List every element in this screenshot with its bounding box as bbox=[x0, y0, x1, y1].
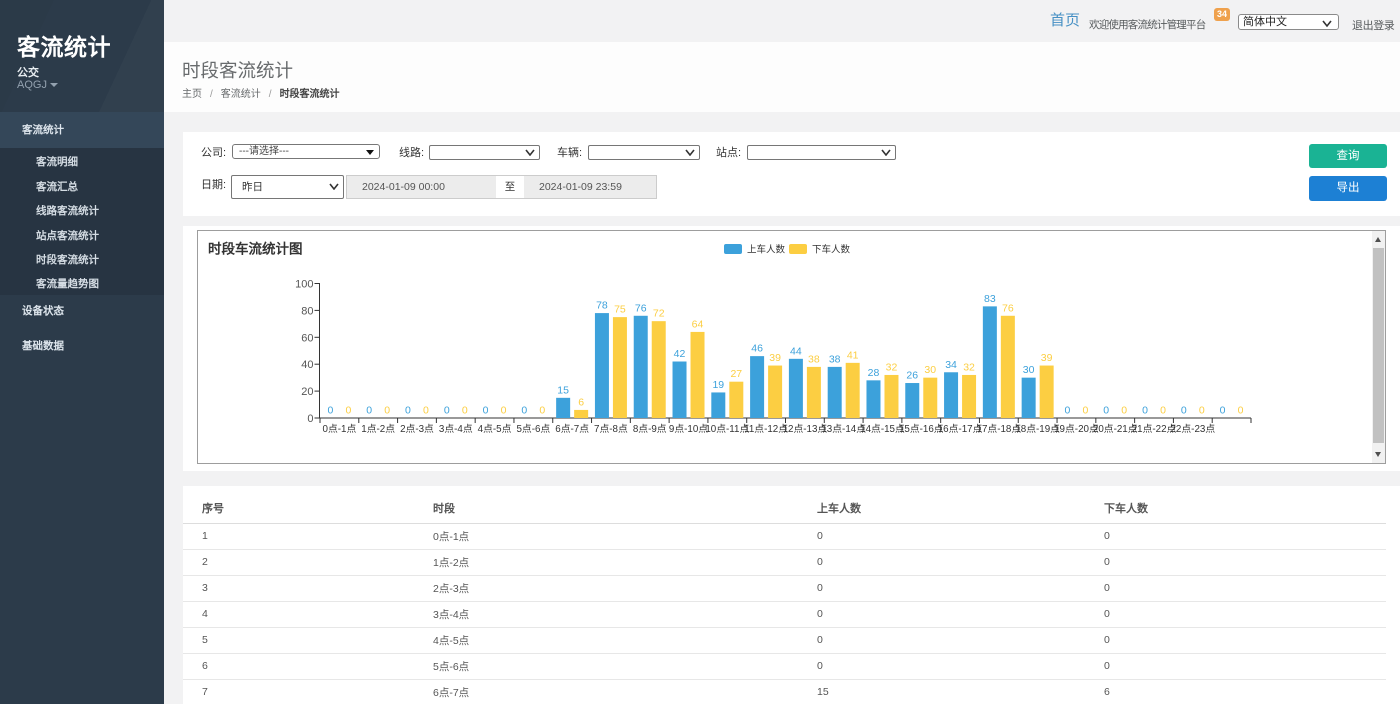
svg-text:38: 38 bbox=[808, 353, 820, 365]
svg-text:60: 60 bbox=[301, 332, 313, 344]
svg-text:32: 32 bbox=[963, 361, 975, 373]
svg-text:时段车流统计图: 时段车流统计图 bbox=[208, 241, 303, 257]
svg-text:0: 0 bbox=[1065, 405, 1071, 417]
svg-text:39: 39 bbox=[769, 352, 781, 364]
svg-text:0: 0 bbox=[444, 405, 450, 417]
svg-text:0: 0 bbox=[1181, 405, 1187, 417]
svg-text:30: 30 bbox=[1023, 364, 1035, 376]
svg-text:4点-5点: 4点-5点 bbox=[478, 423, 512, 435]
svg-text:40: 40 bbox=[301, 359, 313, 371]
svg-text:9点-10点: 9点-10点 bbox=[669, 423, 708, 435]
svg-text:0: 0 bbox=[521, 405, 527, 417]
svg-text:38: 38 bbox=[829, 353, 841, 365]
svg-text:20: 20 bbox=[301, 386, 313, 398]
svg-text:0: 0 bbox=[539, 405, 545, 417]
svg-text:76: 76 bbox=[1002, 302, 1014, 314]
svg-text:100: 100 bbox=[295, 279, 313, 291]
svg-text:0: 0 bbox=[307, 413, 313, 425]
svg-text:7点-8点: 7点-8点 bbox=[594, 423, 628, 435]
svg-text:80: 80 bbox=[301, 305, 313, 317]
svg-text:64: 64 bbox=[692, 318, 704, 330]
svg-text:0: 0 bbox=[1121, 405, 1127, 417]
svg-text:0: 0 bbox=[366, 405, 372, 417]
svg-text:19: 19 bbox=[712, 379, 724, 391]
svg-text:0: 0 bbox=[1220, 405, 1226, 417]
svg-text:34: 34 bbox=[945, 359, 957, 371]
svg-text:26: 26 bbox=[906, 370, 918, 382]
svg-text:0: 0 bbox=[462, 405, 468, 417]
svg-text:0: 0 bbox=[1160, 405, 1166, 417]
svg-text:32: 32 bbox=[886, 361, 898, 373]
svg-text:0: 0 bbox=[483, 405, 489, 417]
svg-text:0: 0 bbox=[384, 405, 390, 417]
svg-text:1点-2点: 1点-2点 bbox=[361, 423, 395, 435]
svg-text:0: 0 bbox=[423, 405, 429, 417]
svg-text:6: 6 bbox=[578, 396, 584, 408]
svg-text:27: 27 bbox=[730, 368, 742, 380]
svg-text:0: 0 bbox=[501, 405, 507, 417]
svg-text:44: 44 bbox=[790, 345, 802, 357]
svg-text:41: 41 bbox=[847, 349, 859, 361]
svg-text:下车人数: 下车人数 bbox=[812, 244, 851, 256]
svg-text:0: 0 bbox=[327, 405, 333, 417]
svg-text:75: 75 bbox=[614, 304, 626, 316]
svg-text:28: 28 bbox=[868, 367, 880, 379]
svg-text:10点-11点: 10点-11点 bbox=[705, 423, 749, 435]
svg-text:46: 46 bbox=[751, 343, 763, 355]
svg-text:0: 0 bbox=[1199, 405, 1205, 417]
svg-text:0: 0 bbox=[405, 405, 411, 417]
svg-text:22点-23点: 22点-23点 bbox=[1170, 423, 1215, 435]
svg-text:2点-3点: 2点-3点 bbox=[400, 423, 434, 435]
svg-text:72: 72 bbox=[653, 308, 665, 320]
svg-text:0: 0 bbox=[1103, 405, 1109, 417]
svg-text:6点-7点: 6点-7点 bbox=[555, 423, 589, 435]
svg-text:78: 78 bbox=[596, 300, 608, 312]
svg-text:0: 0 bbox=[1083, 405, 1089, 417]
svg-text:42: 42 bbox=[674, 348, 686, 360]
svg-text:15: 15 bbox=[557, 384, 569, 396]
svg-text:0: 0 bbox=[1238, 405, 1244, 417]
svg-text:30: 30 bbox=[924, 364, 936, 376]
svg-text:5点-6点: 5点-6点 bbox=[516, 423, 550, 435]
svg-text:上车人数: 上车人数 bbox=[747, 244, 786, 256]
svg-text:3点-4点: 3点-4点 bbox=[439, 423, 473, 435]
svg-text:0点-1点: 0点-1点 bbox=[323, 423, 357, 435]
svg-text:39: 39 bbox=[1041, 352, 1053, 364]
svg-text:83: 83 bbox=[984, 293, 996, 305]
svg-text:0: 0 bbox=[1142, 405, 1148, 417]
svg-text:8点-9点: 8点-9点 bbox=[633, 423, 667, 435]
svg-text:0: 0 bbox=[345, 405, 351, 417]
svg-text:76: 76 bbox=[635, 302, 647, 314]
